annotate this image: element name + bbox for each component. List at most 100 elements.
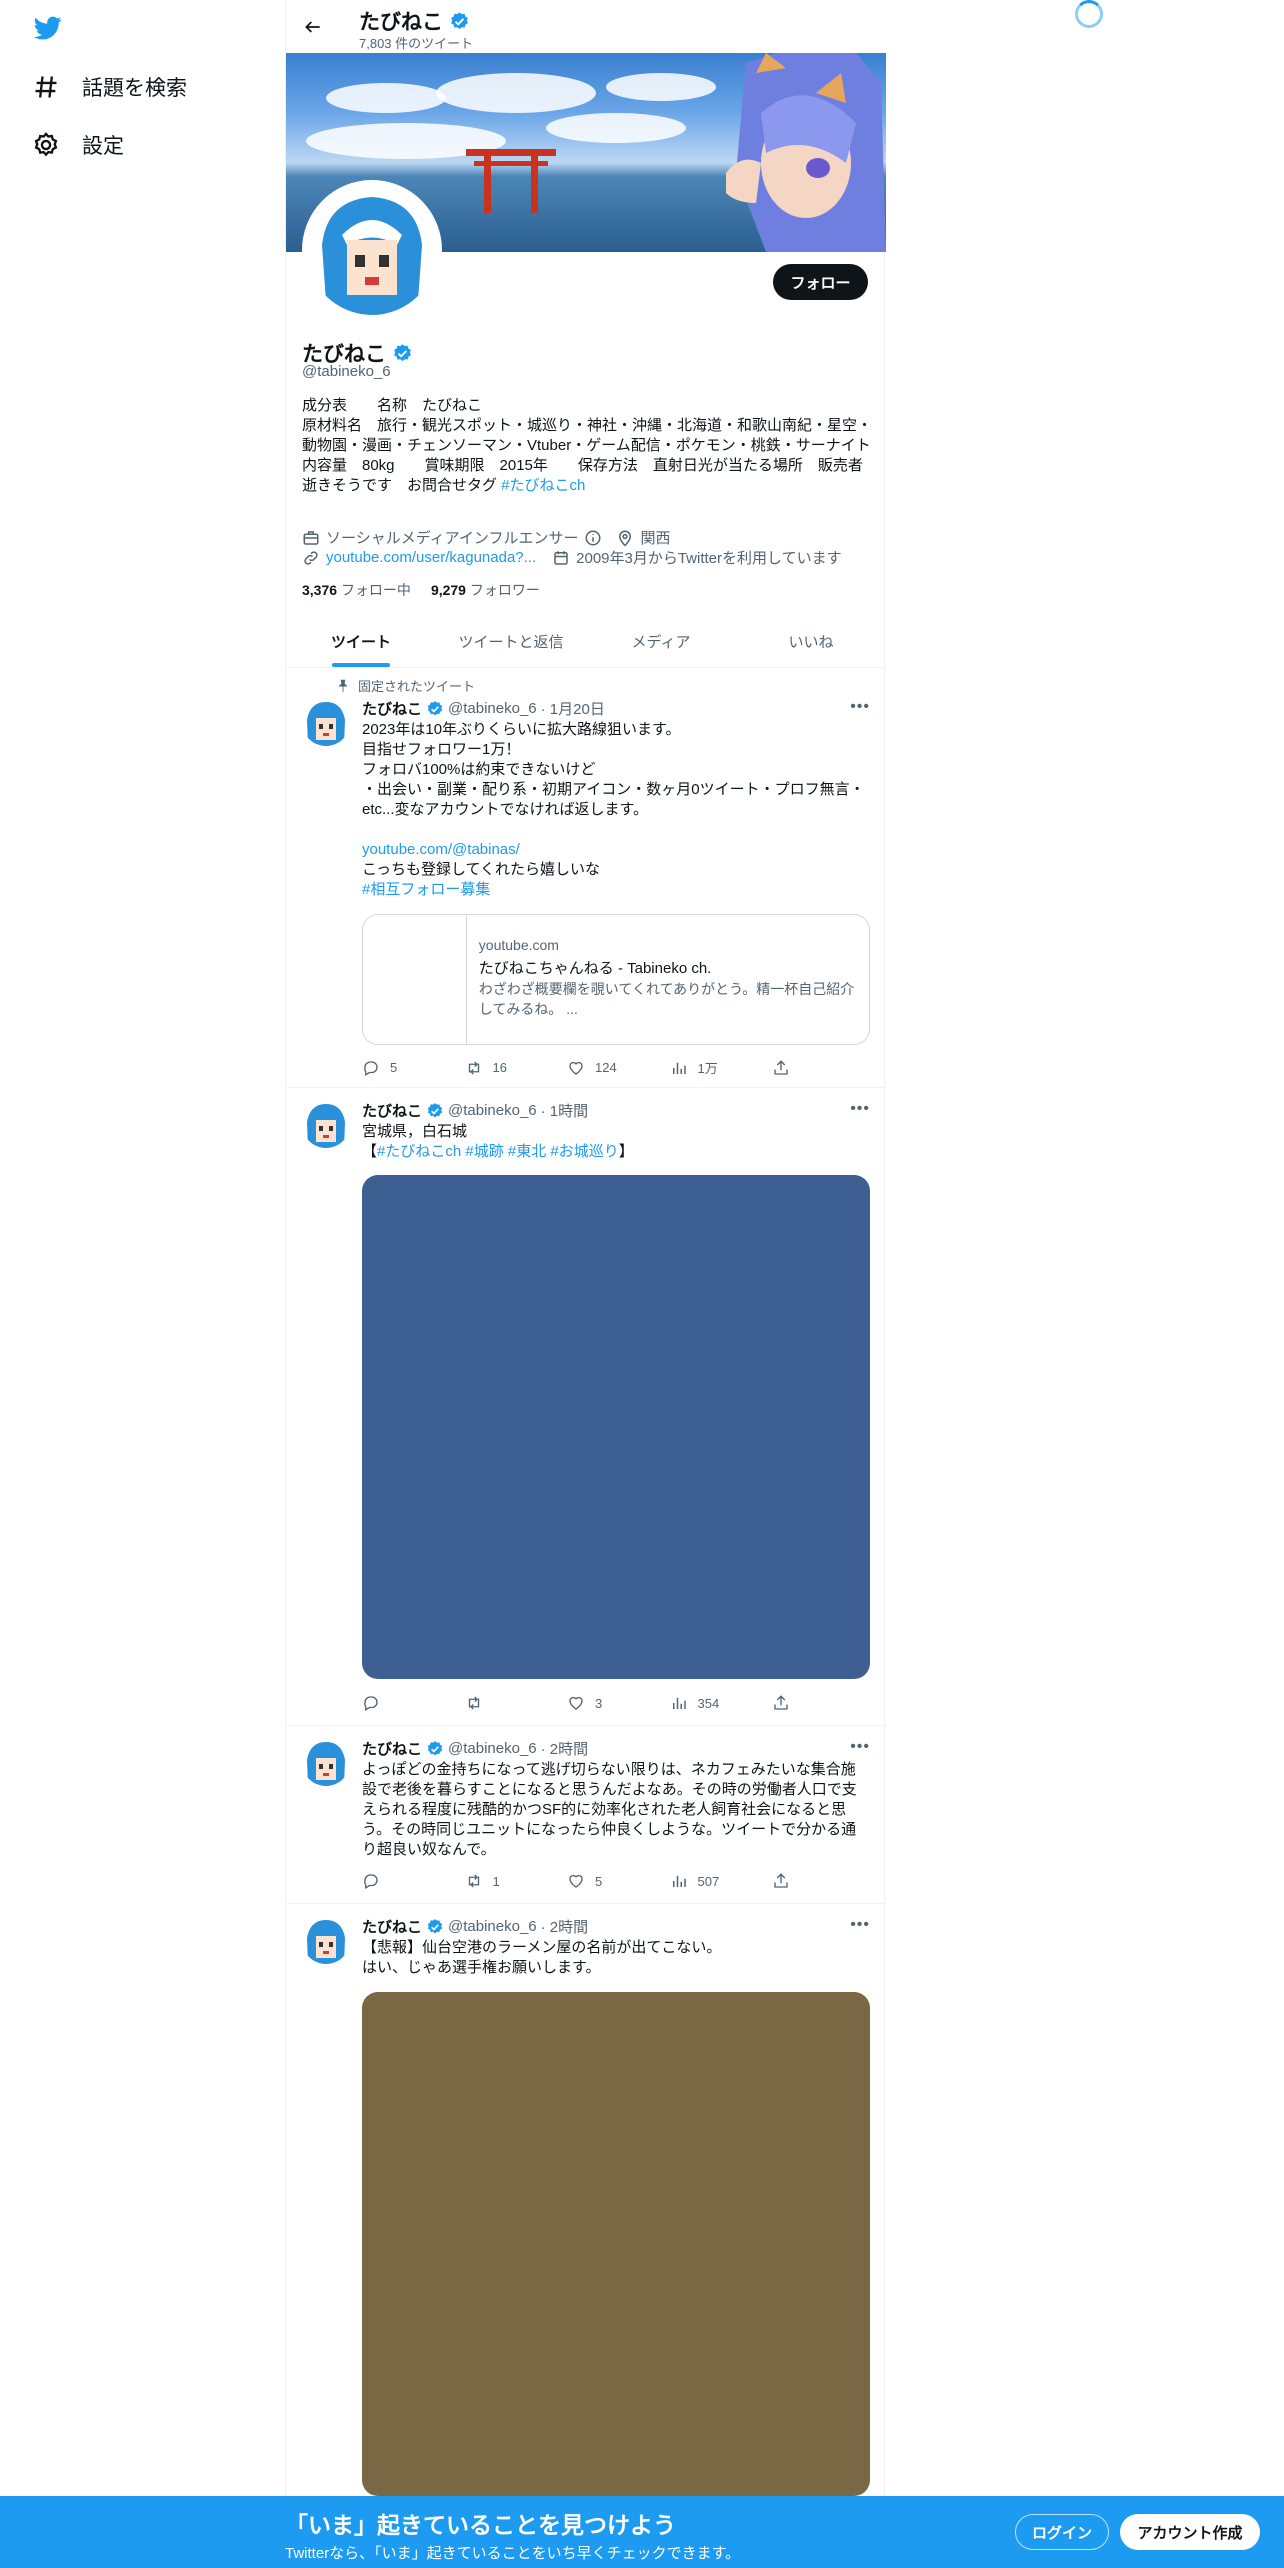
tweet-time[interactable]: · 1月20日 — [541, 698, 605, 719]
pinned-text: 固定されたツイート — [358, 679, 476, 694]
calendar-icon — [554, 550, 568, 565]
tab-tweets[interactable]: ツイート — [286, 615, 436, 667]
header-name: たびねこ — [359, 11, 443, 34]
profile-avatar[interactable] — [302, 180, 442, 320]
tweet-time[interactable]: · 1時間 — [541, 1100, 589, 1121]
nav-explore[interactable]: 話題を検索 — [32, 72, 187, 102]
like-button[interactable]: 5 — [567, 1872, 627, 1890]
link-card-body: youtube.com たびねこちゃんねる - Tabineko ch. わざわ… — [467, 915, 869, 1044]
profile-bio: 成分表 名称 たびねこ 原材料名 旅行・観光スポット・城巡り・神社・沖縄・北海道… — [302, 396, 872, 496]
tweet-author-name[interactable]: たびねこ — [362, 1738, 422, 1759]
avatar-image — [302, 1738, 350, 1786]
tweet-count: 7,803 件のツイート — [359, 36, 474, 51]
profile-handle: @tabineko_6 — [302, 363, 391, 380]
signup-banner-subtitle: Twitterなら、「いま」起きていることをいち早くチェックできます。 — [285, 2545, 741, 2562]
retweet-icon — [468, 1874, 479, 1888]
retweet-count: 1 — [492, 1873, 500, 1889]
link-card-description: わざわざ概要欄を覗いてくれてありがとう。精一杯自己紹介してみるね。 ... — [478, 981, 855, 1017]
signup-banner-title: 「いま」起きていることを見つけよう — [285, 2512, 676, 2538]
bio-hashtag-link[interactable]: #たびねこch — [501, 477, 585, 494]
nav-settings[interactable]: 設定 — [32, 130, 124, 160]
profile-url-link[interactable]: youtube.com/user/kagunada?... — [326, 549, 536, 566]
tab-likes[interactable]: いいね — [736, 615, 886, 667]
verified-badge-icon — [427, 1740, 443, 1755]
like-button[interactable]: 124 — [567, 1058, 627, 1077]
view-count: 1万 — [697, 1061, 718, 1076]
signup-button[interactable]: アカウント作成 — [1120, 2514, 1260, 2550]
tweet-author-name[interactable]: たびねこ — [362, 698, 422, 719]
tab-media[interactable]: メディア — [586, 615, 736, 667]
reply-button[interactable]: 5 — [362, 1058, 422, 1077]
bio-text: 成分表 名称 たびねこ 原材料名 旅行・観光スポット・城巡り・神社・沖縄・北海道… — [302, 397, 873, 494]
avatar-image — [302, 698, 350, 746]
view-count: 354 — [697, 1695, 720, 1711]
tweet-avatar[interactable] — [302, 1738, 350, 1786]
tweet-time[interactable]: · 2時間 — [541, 1738, 589, 1759]
views-button[interactable]: 507 — [670, 1872, 730, 1890]
retweet-button[interactable]: 16 — [465, 1058, 525, 1077]
verified-badge-icon[interactable] — [392, 343, 413, 364]
twitter-logo-icon[interactable] — [32, 14, 64, 42]
share-button[interactable] — [772, 1872, 792, 1890]
loading-spinner-icon — [1075, 0, 1103, 28]
tweet-avatar[interactable] — [302, 1916, 350, 1964]
tags-suffix: 】 — [618, 1143, 634, 1160]
reply-button[interactable] — [362, 1872, 422, 1890]
tweet-media-image[interactable] — [362, 1175, 870, 1679]
retweet-button[interactable]: 1 — [465, 1872, 525, 1890]
tweet-hashtag-links[interactable]: #たびねこch #城跡 #東北 #お城巡り — [377, 1143, 619, 1160]
more-options-icon[interactable]: ••• — [850, 1738, 870, 1756]
profile-meta-row-2: youtube.com/user/kagunada?... 2009年3月からT… — [302, 547, 842, 568]
header-title: たびねこ — [359, 6, 470, 36]
tweet-author-name[interactable]: たびねこ — [362, 1916, 422, 1937]
info-icon[interactable] — [584, 529, 602, 547]
tags-prefix: 【 — [362, 1143, 378, 1160]
reply-icon — [364, 1874, 378, 1889]
tweet-header: たびねこ @tabineko_6 · 1時間 — [362, 1100, 588, 1121]
link-card-title: たびねこちゃんねる - Tabineko ch. — [478, 960, 712, 977]
tweet-text: 2023年は10年ぶりくらいに拡大路線狙います。 目指せフォロワー1万！ フォロ… — [362, 720, 870, 900]
retweet-icon — [468, 1696, 479, 1710]
tweet-media-image[interactable] — [362, 1992, 870, 2496]
verified-badge-icon — [427, 700, 443, 715]
tweet-item[interactable]: たびねこ @tabineko_6 · 2時間 ••• 【悲報】仙台空港のラーメン… — [286, 1904, 886, 2504]
tweet-author-name[interactable]: たびねこ — [362, 1100, 422, 1121]
more-options-icon[interactable]: ••• — [850, 1100, 870, 1118]
tweet-author-handle: @tabineko_6 — [448, 1740, 537, 1757]
followers-count: 9,279 — [430, 582, 466, 598]
heart-icon — [569, 1696, 583, 1710]
tweet-actions: 5 16 124 1万 — [362, 1058, 792, 1077]
retweet-icon — [468, 1061, 479, 1074]
following-link[interactable]: 3,376 フォロー中 — [302, 580, 411, 600]
tweet-link[interactable]: youtube.com/@tabinas/ — [362, 841, 520, 858]
profile-category: ソーシャルメディアインフルエンサー — [326, 530, 579, 547]
tweet-item[interactable]: たびねこ @tabineko_6 · 1時間 ••• 宮城県，白石城 【#たびね… — [286, 1088, 886, 1726]
back-button[interactable] — [298, 12, 328, 42]
tab-tweets-and-replies[interactable]: ツイートと返信 — [436, 615, 586, 667]
retweet-button[interactable] — [465, 1694, 525, 1712]
tweet-avatar[interactable] — [302, 1100, 350, 1148]
tweet-avatar[interactable] — [302, 698, 350, 746]
tweet-time[interactable]: · 2時間 — [541, 1916, 589, 1937]
views-button[interactable]: 354 — [670, 1694, 730, 1712]
share-button[interactable] — [772, 1058, 792, 1077]
avatar-image — [302, 1916, 350, 1964]
followers-link[interactable]: 9,279 フォロワー — [431, 580, 540, 600]
more-options-icon[interactable]: ••• — [850, 698, 870, 716]
tweet-item[interactable]: たびねこ @tabineko_6 · 2時間 ••• よっぽどの金持ちになって逃… — [286, 1726, 886, 1904]
more-options-icon[interactable]: ••• — [850, 1916, 870, 1934]
like-button[interactable]: 3 — [567, 1694, 627, 1712]
tweet-hashtag-link[interactable]: #相互フォロー募集 — [362, 881, 490, 898]
profile-header-bar: たびねこ 7,803 件のツイート — [286, 0, 886, 53]
location-pin-icon — [619, 530, 632, 547]
heart-icon — [569, 1061, 583, 1075]
reply-button[interactable] — [362, 1694, 422, 1712]
tweet-pinned[interactable]: 固定されたツイート たびねこ @tabineko_6 · 1月20日 ••• 2… — [286, 668, 886, 1088]
nav-explore-label: 話題を検索 — [82, 77, 187, 100]
follow-button[interactable]: フォロー — [773, 264, 868, 300]
profile-location: 関西 — [640, 530, 671, 547]
login-button[interactable]: ログイン — [1015, 2514, 1109, 2550]
views-button[interactable]: 1万 — [670, 1058, 730, 1077]
share-button[interactable] — [772, 1694, 792, 1712]
link-card[interactable]: youtube.com たびねこちゃんねる - Tabineko ch. わざわ… — [362, 914, 870, 1045]
